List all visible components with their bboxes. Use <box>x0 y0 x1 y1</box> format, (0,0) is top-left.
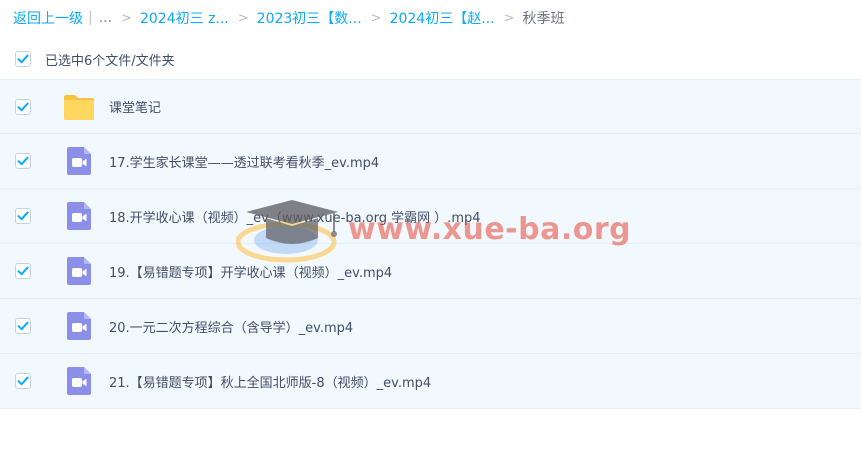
check-icon <box>17 54 29 64</box>
folder-icon <box>63 91 95 123</box>
file-name[interactable]: 19.【易错题专项】开学收心课（视频）_ev.mp4 <box>109 262 392 281</box>
breadcrumb-arrow: > <box>370 10 382 26</box>
video-file-icon <box>63 255 95 287</box>
row-checkbox[interactable] <box>15 98 31 115</box>
check-icon <box>17 266 29 276</box>
file-name[interactable]: 课堂笔记 <box>109 97 161 116</box>
check-icon <box>17 376 29 386</box>
file-name[interactable]: 17.学生家长课堂——透过联考看秋季_ev.mp4 <box>109 152 379 171</box>
breadcrumb-divider: | <box>88 10 93 26</box>
selection-bar: 已选中6个文件/文件夹 <box>0 40 861 78</box>
row-checkbox[interactable] <box>15 373 31 389</box>
list-item[interactable]: 19.【易错题专项】开学收心课（视频）_ev.mp4 <box>0 244 861 299</box>
video-file-icon <box>63 200 95 232</box>
list-item[interactable]: 20.一元二次方程综合（含导学）_ev.mp4 <box>0 299 861 354</box>
check-icon <box>17 156 29 166</box>
video-file-icon <box>63 310 95 342</box>
list-item[interactable]: 21.【易错题专项】秋上全国北师版-8（视频）_ev.mp4 <box>0 354 861 409</box>
row-checkbox[interactable] <box>15 318 31 334</box>
breadcrumb-arrow: > <box>121 10 132 26</box>
breadcrumb-item-3[interactable]: 2024初三【赵... <box>390 8 495 28</box>
video-file-icon <box>63 145 95 177</box>
breadcrumb-arrow: > <box>237 10 249 26</box>
list-item[interactable]: 17.学生家长课堂——透过联考看秋季_ev.mp4 <box>0 134 861 189</box>
file-name[interactable]: 20.一元二次方程综合（含导学）_ev.mp4 <box>109 317 353 336</box>
list-item[interactable]: 18.开学收心课（视频）_ev（www.xue-ba.org 学霸网 ）.mp4 <box>0 189 861 244</box>
check-icon <box>17 102 29 111</box>
breadcrumb-item-2[interactable]: 2023初三【数... <box>257 8 362 28</box>
breadcrumb: 返回上一级 | ... > 2024初三 z... > 2023初三【数... … <box>13 0 564 36</box>
file-list: 课堂笔记 17.学生家长课堂——透过联考看秋季_ev.mp4 18.开学收心课（… <box>0 79 861 409</box>
breadcrumb-item-1[interactable]: 2024初三 z... <box>140 8 229 28</box>
row-checkbox[interactable] <box>15 208 31 224</box>
select-all-checkbox[interactable] <box>15 51 31 67</box>
row-checkbox[interactable] <box>15 153 31 169</box>
back-link[interactable]: 返回上一级 <box>13 8 83 28</box>
video-file-icon <box>63 365 95 397</box>
row-checkbox[interactable] <box>15 263 31 279</box>
list-item[interactable]: 课堂笔记 <box>0 79 861 134</box>
check-icon <box>17 321 29 331</box>
breadcrumb-ellipsis[interactable]: ... <box>99 10 112 26</box>
breadcrumb-arrow: > <box>503 10 515 26</box>
file-name[interactable]: 18.开学收心课（视频）_ev（www.xue-ba.org 学霸网 ）.mp4 <box>109 207 481 226</box>
selection-count-label: 已选中6个文件/文件夹 <box>45 53 175 69</box>
check-icon <box>17 211 29 221</box>
breadcrumb-current: 秋季班 <box>522 11 565 27</box>
file-name[interactable]: 21.【易错题专项】秋上全国北师版-8（视频）_ev.mp4 <box>109 372 431 391</box>
